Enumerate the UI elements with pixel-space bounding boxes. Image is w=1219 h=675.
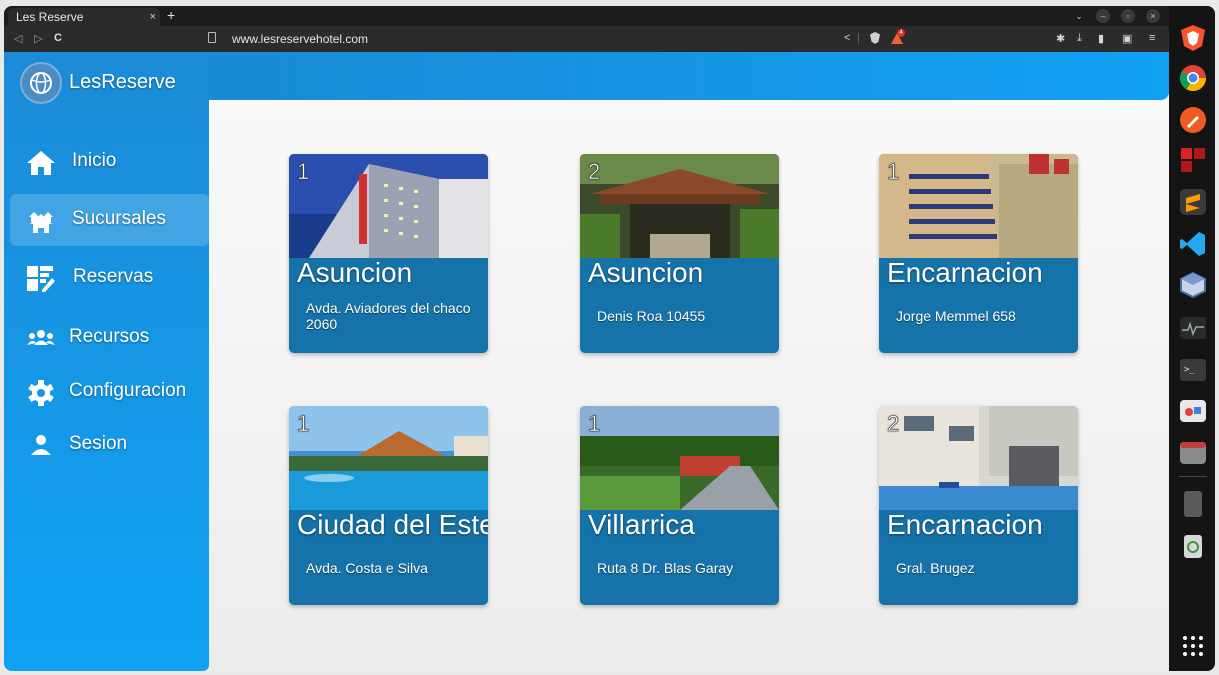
branch-card[interactable]: 1 Ciudad del Este Avda. Costa e Silva: [289, 406, 488, 605]
restore-icon[interactable]: ▫: [1121, 9, 1135, 23]
branch-address: Ruta 8 Dr. Blas Garay: [597, 560, 734, 576]
sidebar-item-inicio[interactable]: Inicio: [10, 136, 209, 188]
back-icon[interactable]: ◁: [14, 32, 22, 45]
virtualbox-icon[interactable]: [1179, 271, 1207, 299]
svg-text:>_: >_: [1184, 365, 1195, 375]
branch-city: Asuncion: [588, 257, 704, 288]
separator: |: [857, 32, 860, 44]
sidebar-item-label: Sesion: [69, 433, 128, 454]
branch-card[interactable]: 1 Asuncion Avda. Aviadores del chaco 206…: [289, 154, 488, 353]
rewards-badge: 4: [897, 29, 905, 37]
close-window-icon[interactable]: ×: [1146, 9, 1160, 23]
branch-address: Avda. Costa e Silva: [306, 560, 428, 576]
home-icon: [27, 151, 55, 175]
branch-number: 2: [588, 159, 601, 185]
url-text[interactable]: www.lesreservehotel.com: [232, 32, 368, 46]
postman-icon[interactable]: [1179, 106, 1207, 134]
hotel-photo: [879, 154, 1078, 258]
gear-icon: [28, 380, 54, 406]
branch-card[interactable]: 2 Asuncion Denis Roa 10455: [580, 154, 779, 353]
reservations-icon: [27, 266, 55, 292]
branch-address: Denis Roa 10455: [597, 308, 706, 324]
hotel-photo: [580, 154, 779, 258]
sidebar-item-label: Configuracion: [69, 380, 187, 401]
sublime-text-icon[interactable]: [1179, 188, 1207, 216]
browser-tab[interactable]: Les Reserve ×: [8, 8, 160, 26]
software-center-icon[interactable]: [1179, 396, 1207, 424]
brave-shields-icon[interactable]: [870, 32, 880, 44]
sidebar-item-label: Recursos: [69, 326, 150, 347]
sidebar-toggle-icon[interactable]: ▮: [1098, 32, 1104, 45]
branch-city: Asuncion: [297, 257, 413, 288]
branch-number: 1: [887, 159, 900, 185]
reload-icon[interactable]: C: [54, 32, 62, 44]
branch-city: Encarnacion: [887, 257, 1043, 288]
minimize-icon[interactable]: –: [1096, 9, 1110, 23]
branch-address: Avda. Aviadores del chaco 2060: [306, 300, 471, 332]
branch-number: 1: [588, 411, 601, 437]
share-icon[interactable]: <: [844, 32, 850, 44]
sidebar-item-label: Sucursales: [72, 208, 166, 229]
menu-icon[interactable]: ≡: [1149, 32, 1155, 44]
app-grid-red-icon[interactable]: [1179, 146, 1207, 174]
tab-list-chevron-icon[interactable]: ⌄: [1072, 9, 1086, 23]
sidebar-item-reservas[interactable]: Reservas: [10, 252, 209, 304]
branch-number: 1: [297, 411, 310, 437]
app-grid-icon[interactable]: [1179, 632, 1207, 660]
tab-title: Les Reserve: [16, 10, 84, 24]
sidebar-item-configuracion[interactable]: Configuracion: [10, 366, 209, 418]
sidebar-item-sesion[interactable]: Sesion: [10, 419, 209, 471]
branch-address: Gral. Brugez: [896, 560, 975, 576]
sidebar-item-recursos[interactable]: Recursos: [10, 312, 209, 364]
tab-bar: Les Reserve × + ⌄ – ▫ ×: [4, 6, 1169, 26]
branch-city: Villarrica: [588, 509, 695, 540]
hotel-photo: [289, 406, 488, 510]
drive-icon[interactable]: [1179, 490, 1207, 518]
brand-name: LesReserve: [69, 71, 176, 93]
trash-icon[interactable]: [1179, 532, 1207, 560]
people-icon: [27, 330, 55, 345]
dock-divider: [1179, 476, 1207, 477]
hotel-photo: [879, 406, 1078, 510]
branch-number: 2: [887, 411, 900, 437]
branch-number: 1: [297, 159, 310, 185]
sidebar-item-sucursales[interactable]: Sucursales: [10, 194, 209, 246]
new-tab-button[interactable]: +: [167, 7, 175, 23]
os-dock: >_: [1169, 6, 1215, 671]
address-bar-row: ◁ ▷ C www.lesreservehotel.com < | 4 ✱ ⤓ …: [4, 26, 1169, 52]
branch-card[interactable]: 1 Villarrica Ruta 8 Dr. Blas Garay: [580, 406, 779, 605]
branch-address: Jorge Memmel 658: [896, 308, 1016, 324]
file-manager-icon[interactable]: [1179, 438, 1207, 466]
terminal-icon[interactable]: >_: [1179, 356, 1207, 384]
hotel-photo: [580, 406, 779, 510]
globe-logo-icon: [30, 72, 52, 94]
user-icon: [31, 435, 51, 455]
branch-card[interactable]: 2 Encarnacion Gral. Brugez: [879, 406, 1078, 605]
browser-window: Les Reserve × + ⌄ – ▫ × ◁ ▷ C www.lesres…: [4, 6, 1215, 671]
sidebar-item-label: Inicio: [72, 150, 117, 171]
sidebar: LesReserve Inicio Sucursales Reservas Re…: [4, 52, 209, 671]
branch-city: Ciudad del Este: [297, 509, 488, 540]
chrome-icon[interactable]: [1179, 64, 1207, 92]
app-page: LesReserve Inicio Sucursales Reservas Re…: [4, 52, 1169, 671]
forward-icon[interactable]: ▷: [34, 32, 42, 45]
branch-card[interactable]: 1 Encarnacion Jorge Memmel 658: [879, 154, 1078, 353]
bookmark-icon[interactable]: [208, 32, 216, 43]
system-monitor-icon[interactable]: [1179, 314, 1207, 342]
extensions-icon[interactable]: ✱: [1056, 32, 1065, 45]
hotel-photo: [289, 154, 488, 258]
branch-city: Encarnacion: [887, 509, 1043, 540]
sidebar-item-label: Reservas: [73, 266, 154, 287]
wallet-icon[interactable]: ▣: [1122, 32, 1132, 45]
download-icon[interactable]: ⤓: [1077, 32, 1082, 45]
logo[interactable]: [20, 62, 62, 104]
branches-icon: [29, 212, 53, 233]
brave-browser-icon[interactable]: [1179, 24, 1207, 52]
vscode-icon[interactable]: [1179, 230, 1207, 258]
tab-close-icon[interactable]: ×: [150, 8, 156, 26]
